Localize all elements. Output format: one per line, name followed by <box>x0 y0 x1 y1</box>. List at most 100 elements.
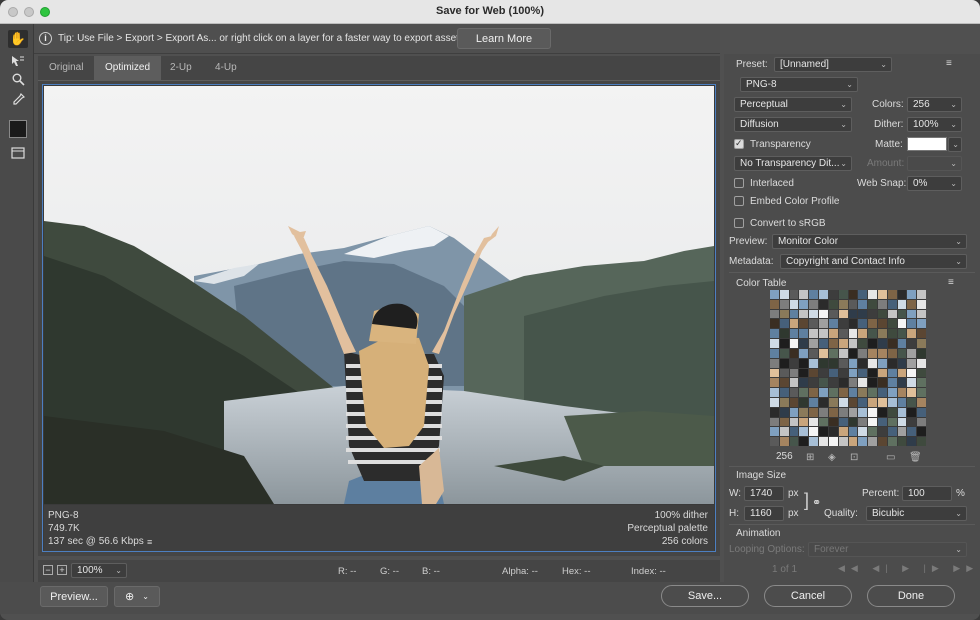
color-swatch[interactable] <box>779 299 789 309</box>
color-swatch[interactable] <box>799 407 809 417</box>
color-swatch[interactable] <box>770 388 779 397</box>
color-swatch[interactable] <box>887 407 897 417</box>
color-swatch[interactable] <box>809 397 819 407</box>
color-swatch[interactable] <box>799 368 809 378</box>
eyedropper-color-icon[interactable] <box>9 120 27 138</box>
zoom-in-button[interactable]: + <box>57 565 67 575</box>
color-swatch[interactable] <box>838 339 848 348</box>
color-swatch[interactable] <box>828 368 838 378</box>
width-input[interactable]: 1740 <box>744 486 784 501</box>
color-swatch[interactable] <box>858 378 868 388</box>
color-swatch[interactable] <box>897 329 907 339</box>
color-swatch[interactable] <box>779 358 789 368</box>
color-swatch[interactable] <box>779 329 789 339</box>
color-swatch[interactable] <box>770 329 779 339</box>
colors-select[interactable]: 256 ⌄ <box>907 97 962 112</box>
color-swatch[interactable] <box>838 299 848 309</box>
zoom-out-button[interactable]: − <box>43 565 53 575</box>
color-swatch[interactable] <box>789 417 799 427</box>
color-swatch[interactable] <box>897 397 907 407</box>
color-swatch[interactable] <box>917 339 926 348</box>
preset-select[interactable]: [Unnamed] ⌄ <box>774 57 892 72</box>
color-swatch[interactable] <box>819 299 828 309</box>
color-swatch[interactable] <box>877 417 887 427</box>
color-swatch[interactable] <box>907 388 917 397</box>
color-swatch[interactable] <box>907 329 917 339</box>
convert-srgb-checkbox[interactable] <box>734 218 744 228</box>
interlaced-checkbox[interactable] <box>734 178 744 188</box>
color-swatch[interactable] <box>828 329 838 339</box>
color-swatch[interactable] <box>819 290 828 299</box>
color-swatch[interactable] <box>819 397 828 407</box>
color-swatch[interactable] <box>917 358 926 368</box>
color-swatch[interactable] <box>917 290 926 299</box>
color-swatch[interactable] <box>868 319 877 329</box>
color-swatch[interactable] <box>838 358 848 368</box>
panel-menu-icon[interactable]: ≡ <box>946 58 952 69</box>
color-swatch[interactable] <box>877 427 887 437</box>
color-swatch[interactable] <box>917 348 926 358</box>
color-swatch[interactable] <box>858 309 868 319</box>
color-swatch[interactable] <box>897 437 907 446</box>
color-swatch[interactable] <box>809 368 819 378</box>
color-swatch[interactable] <box>868 437 877 446</box>
color-swatch[interactable] <box>838 368 848 378</box>
color-swatch[interactable] <box>819 417 828 427</box>
color-swatch[interactable] <box>897 290 907 299</box>
dither-amount-select[interactable]: 100% ⌄ <box>907 117 962 132</box>
color-swatch[interactable] <box>819 407 828 417</box>
color-swatch[interactable] <box>799 397 809 407</box>
map-transparent-icon[interactable]: ⊞ <box>806 452 814 463</box>
color-swatch[interactable] <box>848 368 858 378</box>
color-swatch[interactable] <box>779 339 789 348</box>
color-swatch[interactable] <box>917 309 926 319</box>
color-swatch[interactable] <box>838 417 848 427</box>
tab-original[interactable]: Original <box>38 56 94 80</box>
dither-algorithm-select[interactable]: Diffusion ⌄ <box>734 117 852 132</box>
color-swatch[interactable] <box>838 427 848 437</box>
color-swatch[interactable] <box>770 437 779 446</box>
color-table-grid[interactable] <box>770 290 926 446</box>
color-swatch[interactable] <box>828 319 838 329</box>
color-swatch[interactable] <box>907 358 917 368</box>
color-swatch[interactable] <box>858 348 868 358</box>
color-swatch[interactable] <box>828 290 838 299</box>
color-swatch[interactable] <box>887 329 897 339</box>
color-swatch[interactable] <box>838 388 848 397</box>
color-swatch[interactable] <box>828 407 838 417</box>
color-swatch[interactable] <box>838 329 848 339</box>
color-reduction-select[interactable]: Perceptual ⌄ <box>734 97 852 112</box>
color-swatch[interactable] <box>838 348 848 358</box>
color-swatch[interactable] <box>789 348 799 358</box>
color-swatch[interactable] <box>897 427 907 437</box>
color-swatch[interactable] <box>779 427 789 437</box>
color-swatch[interactable] <box>770 358 779 368</box>
color-swatch[interactable] <box>819 388 828 397</box>
color-swatch[interactable] <box>838 407 848 417</box>
tab-4-up[interactable]: 4-Up <box>204 56 248 80</box>
color-swatch[interactable] <box>789 427 799 437</box>
color-swatch[interactable] <box>799 417 809 427</box>
color-swatch[interactable] <box>789 397 799 407</box>
color-swatch[interactable] <box>799 329 809 339</box>
color-swatch[interactable] <box>907 299 917 309</box>
color-swatch[interactable] <box>770 378 779 388</box>
color-swatch[interactable] <box>907 417 917 427</box>
color-swatch[interactable] <box>897 309 907 319</box>
color-swatch[interactable] <box>789 388 799 397</box>
color-swatch[interactable] <box>789 358 799 368</box>
color-swatch[interactable] <box>819 309 828 319</box>
color-swatch[interactable] <box>848 290 858 299</box>
color-swatch[interactable] <box>887 319 897 329</box>
color-swatch[interactable] <box>917 417 926 427</box>
color-swatch[interactable] <box>828 309 838 319</box>
color-swatch[interactable] <box>868 368 877 378</box>
color-swatch[interactable] <box>907 290 917 299</box>
websnap-select[interactable]: 0% ⌄ <box>907 176 962 191</box>
color-swatch[interactable] <box>799 319 809 329</box>
format-select[interactable]: PNG-8 ⌄ <box>740 77 858 92</box>
color-swatch[interactable] <box>789 407 799 417</box>
color-swatch[interactable] <box>907 427 917 437</box>
matte-color-swatch[interactable] <box>907 137 947 151</box>
color-swatch[interactable] <box>828 397 838 407</box>
